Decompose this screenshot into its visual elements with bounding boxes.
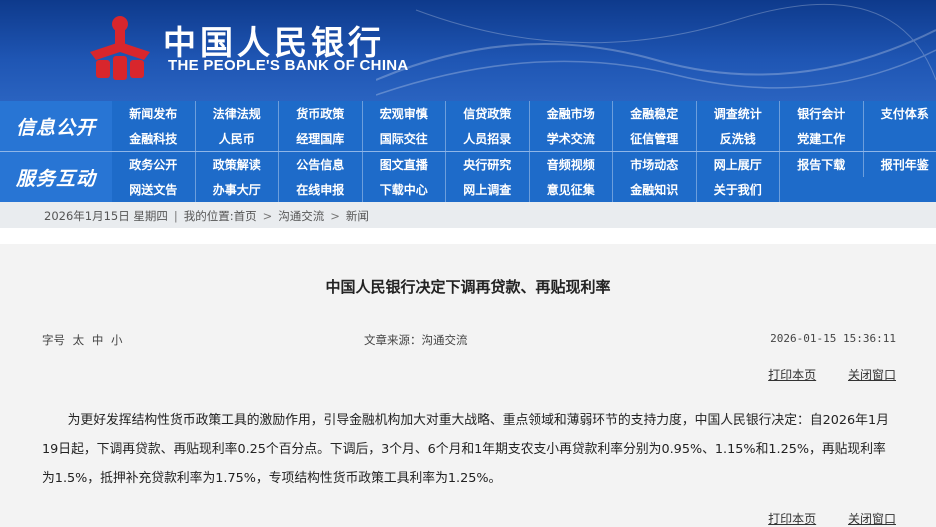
font-size-small-button[interactable]: 小 xyxy=(111,333,123,347)
nav-item[interactable]: 图文直播 xyxy=(363,152,446,177)
nav-item[interactable]: 党建工作 xyxy=(780,126,864,151)
print-page-link[interactable]: 打印本页 xyxy=(768,368,816,382)
nav-section-label: 服务互动 xyxy=(0,152,112,202)
nav-service-interaction: 服务互动 政务公开 政策解读 公告信息 图文直播 央行研究 音频视频 市场动态 … xyxy=(0,152,936,202)
nav-item[interactable]: 反洗钱 xyxy=(697,126,780,151)
nav-item[interactable]: 金融稳定 xyxy=(613,101,697,126)
nav-item[interactable]: 关于我们 xyxy=(697,177,780,202)
nav-item[interactable]: 法律法规 xyxy=(196,101,279,126)
nav-item[interactable]: 金融市场 xyxy=(530,101,613,126)
nav-item[interactable]: 网上调查 xyxy=(446,177,530,202)
nav-item[interactable]: 人民币 xyxy=(196,126,279,151)
breadcrumb: 2026年1月15日 星期四 | 我的位置:首页 > 沟通交流 > 新闻 xyxy=(44,209,369,223)
nav-item[interactable]: 新闻发布 xyxy=(112,101,196,126)
breadcrumb-level1-link[interactable]: 沟通交流 xyxy=(278,209,324,223)
nav-item[interactable]: 调查统计 xyxy=(697,101,780,126)
font-size-large-button[interactable]: 太 xyxy=(73,333,85,347)
nav-item[interactable]: 征信管理 xyxy=(613,126,697,151)
font-size-medium-button[interactable]: 中 xyxy=(92,333,104,347)
breadcrumb-level2-link[interactable]: 新闻 xyxy=(346,209,369,223)
article-tools-top: 打印本页 关闭窗口 xyxy=(740,366,896,383)
article-body: 为更好发挥结构性货币政策工具的激励作用，引导金融机构加大对重大战略、重点领域和薄… xyxy=(42,413,889,486)
nav-item[interactable]: 央行研究 xyxy=(446,152,530,177)
nav-item[interactable]: 音频视频 xyxy=(530,152,613,177)
site-name-english[interactable]: THE PEOPLE'S BANK OF CHINA xyxy=(168,57,409,74)
article-source: 文章来源：沟通交流 xyxy=(364,333,468,347)
nav-item[interactable]: 网送文告 xyxy=(112,177,196,202)
nav-item[interactable]: 银行会计 xyxy=(780,101,864,126)
nav-item[interactable]: 报告下载 xyxy=(780,152,864,177)
article-tools-bottom: 打印本页 关闭窗口 xyxy=(740,510,896,527)
nav-item[interactable]: 金融知识 xyxy=(613,177,697,202)
nav-item[interactable]: 学术交流 xyxy=(530,126,613,151)
font-size-label: 字号 xyxy=(42,333,65,347)
header-background-pattern xyxy=(376,3,936,96)
current-date: 2026年1月15日 星期四 xyxy=(44,209,168,223)
pboc-emblem-icon[interactable] xyxy=(84,12,156,82)
nav-item[interactable]: 网上展厅 xyxy=(697,152,780,177)
font-size-control: 字号 太 中 小 xyxy=(42,332,122,348)
location-label: 我的位置: xyxy=(183,209,234,223)
nav-info-disclosure: 信息公开 新闻发布 法律法规 货币政策 宏观审慎 信贷政策 金融市场 金融稳定 … xyxy=(0,101,936,151)
nav-section-label: 信息公开 xyxy=(0,101,112,151)
nav-item[interactable]: 下载中心 xyxy=(363,177,446,202)
article-meta: 字号 太 中 小 文章来源：沟通交流 2026-01-15 15:36:11 xyxy=(42,332,896,348)
breadcrumb-home-link[interactable]: 首页 xyxy=(234,209,257,223)
nav-item[interactable]: 经理国库 xyxy=(279,126,363,151)
nav-item[interactable]: 市场动态 xyxy=(613,152,697,177)
print-page-link[interactable]: 打印本页 xyxy=(768,512,816,526)
nav-item[interactable]: 支付体系 xyxy=(864,101,936,126)
nav-item[interactable]: 公告信息 xyxy=(279,152,363,177)
nav-item[interactable]: 在线申报 xyxy=(279,177,363,202)
close-window-link[interactable]: 关闭窗口 xyxy=(848,368,896,382)
site-header: 中国人民银行 THE PEOPLE'S BANK OF CHINA xyxy=(0,0,936,101)
nav-item[interactable]: 办事大厅 xyxy=(196,177,279,202)
nav-item[interactable]: 人员招录 xyxy=(446,126,530,151)
nav-item[interactable]: 宏观审慎 xyxy=(363,101,446,126)
article-container: 中国人民银行决定下调再贷款、再贴现利率 字号 太 中 小 文章来源：沟通交流 2… xyxy=(0,244,936,527)
nav-item[interactable]: 政策解读 xyxy=(196,152,279,177)
nav-item[interactable]: 政务公开 xyxy=(112,152,196,177)
article-title: 中国人民银行决定下调再贷款、再贴现利率 xyxy=(325,278,611,296)
nav-item[interactable]: 意见征集 xyxy=(530,177,613,202)
nav-item[interactable]: 金融科技 xyxy=(112,126,196,151)
nav-item[interactable]: 信贷政策 xyxy=(446,101,530,126)
nav-item[interactable]: 国际交往 xyxy=(363,126,446,151)
close-window-link[interactable]: 关闭窗口 xyxy=(848,512,896,526)
breadcrumb-bar: 2026年1月15日 星期四 | 我的位置:首页 > 沟通交流 > 新闻 xyxy=(0,202,936,228)
article-datetime: 2026-01-15 15:36:11 xyxy=(770,332,896,345)
nav-item[interactable]: 报刊年鉴 xyxy=(864,152,936,177)
nav-item[interactable]: 货币政策 xyxy=(279,101,363,126)
